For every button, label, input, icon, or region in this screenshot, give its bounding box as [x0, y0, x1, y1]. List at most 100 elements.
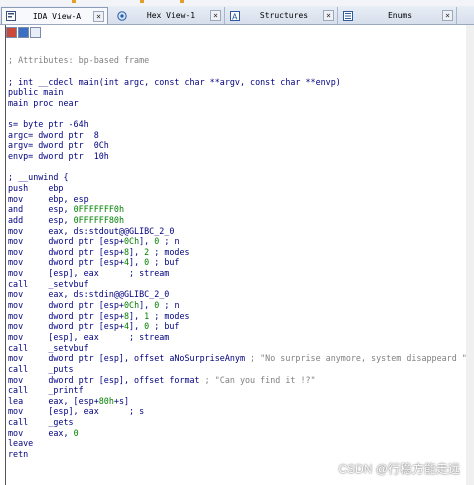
code-token: ; modes: [149, 310, 190, 321]
vertical-scrollbar[interactable]: [466, 25, 474, 485]
code-line[interactable]: main proc near: [8, 98, 466, 109]
code-token: mov dword ptr [esp+: [8, 300, 124, 311]
code-token: mov dword ptr [esp+: [8, 236, 124, 247]
code-token: ; "Can you find it !?": [204, 374, 316, 385]
code-token: mov dword ptr [esp+: [8, 310, 124, 321]
code-token: ; "No surprise anymore, system disappear…: [250, 353, 466, 364]
code-token: 0FFFFFF80h: [73, 214, 124, 225]
code-token: mov dword ptr [esp+: [8, 321, 124, 332]
code-line[interactable]: [8, 162, 466, 173]
code-token: ],: [129, 321, 145, 332]
tab-enums[interactable]: Enums ×: [339, 7, 457, 24]
code-line[interactable]: retn: [8, 449, 466, 460]
enums-icon: [342, 10, 353, 21]
code-token: envp= dword ptr 10h: [8, 151, 109, 162]
tab-hex-view-1[interactable]: Hex View-1 ×: [113, 7, 225, 24]
code-line[interactable]: mov dword ptr [esp], offset aNoSurpriseA…: [8, 353, 466, 364]
code-line[interactable]: call _puts: [8, 364, 466, 375]
code-line[interactable]: push ebp: [8, 183, 466, 194]
code-line[interactable]: mov [esp], eax ; s: [8, 406, 466, 417]
tab-close-button[interactable]: ×: [323, 10, 334, 21]
code-token: call _setvbuf: [8, 278, 89, 289]
code-line[interactable]: [8, 66, 466, 77]
hex-view-icon: [116, 10, 127, 21]
code-token: call _printf: [8, 385, 84, 396]
code-line[interactable]: ; int __cdecl main(int argc, const char …: [8, 77, 466, 88]
code-line[interactable]: leave: [8, 438, 466, 449]
code-line[interactable]: [8, 108, 466, 119]
code-token: mov eax, ds:stdout@@GLIBC_2_0: [8, 225, 175, 236]
code-line[interactable]: mov dword ptr [esp+8], 2 ; modes: [8, 247, 466, 258]
tab-structures[interactable]: A Structures ×: [226, 7, 338, 24]
code-token: ],: [129, 246, 145, 257]
code-line[interactable]: lea eax, [esp+80h+s]: [8, 396, 466, 407]
code-token: mov [esp], eax ; stream: [8, 268, 170, 279]
code-token: s= byte ptr -64h: [8, 119, 89, 130]
code-token: argv= dword ptr 0Ch: [8, 140, 109, 151]
code-token: mov dword ptr [esp+: [8, 257, 124, 268]
code-line[interactable]: mov eax, 0: [8, 428, 466, 439]
code-token: mov dword ptr [esp], offset aNoSurpriseA…: [8, 353, 251, 364]
code-line[interactable]: and esp, 0FFFFFFF0h: [8, 204, 466, 215]
tab-ida-view-a[interactable]: IDA View-A ×: [1, 7, 108, 24]
code-line[interactable]: s= byte ptr -64h: [8, 119, 466, 130]
code-line[interactable]: mov dword ptr [esp+0Ch], 0 ; n: [8, 236, 466, 247]
code-line[interactable]: mov [esp], eax ; stream: [8, 332, 466, 343]
code-token: mov eax, ds:stdin@@GLIBC_2_0: [8, 289, 170, 300]
code-token: and esp,: [8, 204, 74, 215]
code-line[interactable]: ; Attributes: bp-based frame: [8, 55, 466, 66]
tab-label: IDA View-A: [32, 11, 82, 21]
svg-text:A: A: [232, 12, 238, 21]
code-token: ; modes: [149, 246, 190, 257]
structures-icon: A: [229, 10, 240, 21]
code-token: ; int __cdecl main(int argc, const char …: [8, 76, 341, 87]
edge-marker: [180, 0, 184, 3]
tab-close-button[interactable]: ×: [210, 10, 221, 21]
code-token: public main: [8, 87, 64, 98]
code-token: +s]: [113, 395, 130, 406]
code-line[interactable]: mov dword ptr [esp+0Ch], 0 ; n: [8, 300, 466, 311]
code-token: argc= dword ptr 8: [8, 129, 99, 140]
disassembly-listing[interactable]: ; Attributes: bp-based frame ; int __cdec…: [8, 34, 466, 460]
code-line[interactable]: call _setvbuf: [8, 279, 466, 290]
code-token: 80h: [98, 395, 114, 406]
code-token: add esp,: [8, 214, 74, 225]
code-line[interactable]: mov eax, ds:stdin@@GLIBC_2_0: [8, 289, 466, 300]
code-token: call _puts: [8, 363, 74, 374]
code-line[interactable]: [8, 34, 466, 45]
ida-view-icon: [5, 11, 16, 22]
code-line[interactable]: mov dword ptr [esp+8], 1 ; modes: [8, 311, 466, 322]
code-line[interactable]: envp= dword ptr 10h: [8, 151, 466, 162]
code-token: ; buf: [149, 321, 180, 332]
tab-bar: IDA View-A × Hex View-1 × A Structures ×…: [0, 6, 474, 25]
edge-marker: [140, 0, 144, 3]
code-line[interactable]: mov ebp, esp: [8, 194, 466, 205]
code-token: ; Attributes: bp-based frame: [8, 55, 150, 66]
code-token: call _gets: [8, 417, 74, 428]
tab-label: Structures: [259, 11, 309, 20]
watermark: CSDN @行稳方能走远: [338, 462, 460, 476]
tab-close-button[interactable]: ×: [93, 10, 104, 22]
code-token: 0: [73, 427, 79, 438]
code-token: ; n: [159, 236, 180, 247]
code-line[interactable]: mov dword ptr [esp+4], 0 ; buf: [8, 257, 466, 268]
code-token: ; n: [159, 300, 180, 311]
code-line[interactable]: mov eax, ds:stdout@@GLIBC_2_0: [8, 226, 466, 237]
code-line[interactable]: call _setvbuf: [8, 343, 466, 354]
code-line[interactable]: [8, 45, 466, 56]
code-line[interactable]: ; __unwind {: [8, 172, 466, 183]
code-line[interactable]: mov dword ptr [esp+4], 0 ; buf: [8, 321, 466, 332]
code-line[interactable]: public main: [8, 87, 466, 98]
tab-close-button[interactable]: ×: [442, 10, 453, 21]
code-line[interactable]: argv= dword ptr 0Ch: [8, 140, 466, 151]
code-line[interactable]: add esp, 0FFFFFF80h: [8, 215, 466, 226]
code-line[interactable]: argc= dword ptr 8: [8, 130, 466, 141]
code-token: retn: [8, 448, 29, 459]
code-line[interactable]: call _printf: [8, 385, 466, 396]
code-line[interactable]: mov [esp], eax ; stream: [8, 268, 466, 279]
code-token: leave: [8, 438, 34, 449]
code-token: main proc near: [8, 97, 79, 108]
code-line[interactable]: mov dword ptr [esp], offset format ; "Ca…: [8, 375, 466, 386]
code-line[interactable]: call _gets: [8, 417, 466, 428]
code-token: mov ebp, esp: [8, 193, 89, 204]
